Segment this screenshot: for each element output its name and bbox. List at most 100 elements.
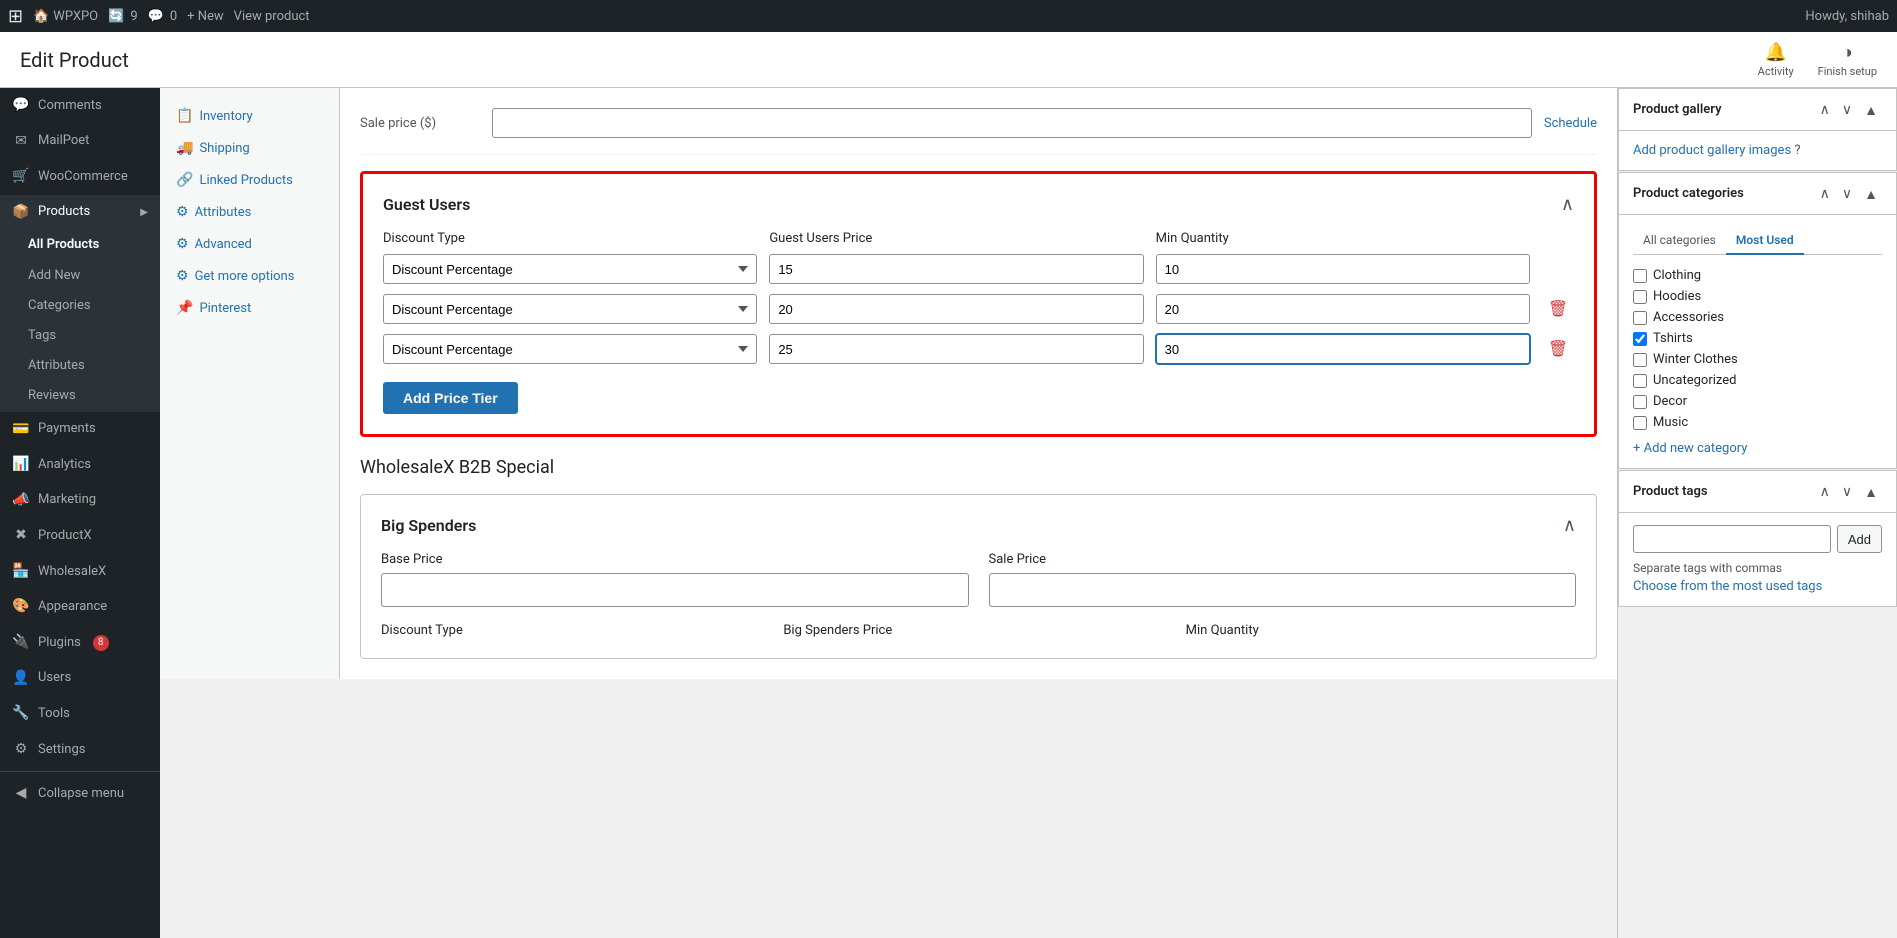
product-gallery-collapse-button[interactable]: ∨ <box>1838 99 1856 120</box>
add-price-tier-button[interactable]: Add Price Tier <box>383 382 518 414</box>
cat-checkbox-tshirts[interactable] <box>1633 332 1647 346</box>
tags-choose-link[interactable]: Choose from the most used tags <box>1633 579 1822 594</box>
update-count[interactable]: 🔄 9 <box>108 9 138 24</box>
sidebar-item-collapse[interactable]: ◀ Collapse menu <box>0 776 160 812</box>
sidebar-item-label: Plugins <box>38 634 81 652</box>
sidebar-item-attributes[interactable]: Attributes <box>0 351 160 381</box>
sidebar-item-users[interactable]: 👤 Users <box>0 661 160 697</box>
home-icon: 🏠 <box>33 9 49 24</box>
product-tags-collapse-button[interactable]: ∨ <box>1838 481 1856 502</box>
sidebar-item-analytics[interactable]: 📊 Analytics <box>0 447 160 483</box>
product-categories-close-button[interactable]: ▲ <box>1860 184 1882 204</box>
tab-sidebar-item-pinterest[interactable]: 📌 Pinterest <box>160 292 339 324</box>
sidebar-item-products[interactable]: 📦 Products ▶ <box>0 195 160 231</box>
sidebar-item-appearance[interactable]: 🎨 Appearance <box>0 589 160 625</box>
sidebar-item-marketing[interactable]: 📣 Marketing <box>0 483 160 519</box>
guest-price-input-2[interactable] <box>769 294 1143 324</box>
finish-setup-label: Finish setup <box>1818 65 1877 78</box>
delete-tier-button-2[interactable]: 🗑 <box>1542 295 1574 323</box>
product-gallery-close-button[interactable]: ▲ <box>1860 100 1882 120</box>
sidebar-item-comments[interactable]: 💬 Comments <box>0 88 160 124</box>
view-product-link[interactable]: View product <box>234 9 310 24</box>
big-spenders-price-label: Big Spenders Price <box>783 623 1173 638</box>
sale-price-input[interactable] <box>492 108 1532 138</box>
tab-sidebar-item-advanced[interactable]: ⚙ Advanced <box>160 228 339 260</box>
guest-users-toggle-button[interactable]: ∧ <box>1561 194 1574 215</box>
sidebar-item-label: Tools <box>38 705 70 723</box>
comment-count[interactable]: 💬 0 <box>148 9 178 24</box>
add-new-category-link[interactable]: + Add new category <box>1633 441 1882 456</box>
product-tags-expand-button[interactable]: ∧ <box>1816 481 1834 502</box>
discount-type-select-2[interactable]: Discount Percentage Fixed Price Special … <box>383 294 757 324</box>
sidebar-item-payments[interactable]: 💳 Payments <box>0 412 160 448</box>
howdy-text: Howdy, shihab <box>1805 9 1889 24</box>
submenu-label: Add New <box>28 267 80 285</box>
products-submenu: All Products Add New Categories Tags Att… <box>0 230 160 411</box>
tags-input[interactable] <box>1633 525 1831 553</box>
sidebar-item-reviews[interactable]: Reviews <box>0 381 160 411</box>
gallery-help-icon[interactable]: ? <box>1794 143 1800 158</box>
min-qty-input-1[interactable] <box>1156 254 1530 284</box>
guest-price-input-1[interactable] <box>769 254 1143 284</box>
main-content: 📋 Inventory 🚚 Shipping 🔗 Linked Products <box>160 88 1617 938</box>
sidebar-item-tools[interactable]: 🔧 Tools <box>0 696 160 732</box>
sidebar-item-productx[interactable]: ✖ ProductX <box>0 518 160 554</box>
sidebar-item-wholesalex[interactable]: 🏪 WholesaleX <box>0 554 160 590</box>
sale-price-field-input[interactable] <box>989 573 1577 607</box>
schedule-link[interactable]: Schedule <box>1544 116 1597 131</box>
tab-sidebar-item-linked-products[interactable]: 🔗 Linked Products <box>160 164 339 196</box>
sidebar-item-add-new[interactable]: Add New <box>0 261 160 291</box>
wholesalex-section: WholesaleX B2B Special Big Spenders ∧ Ba… <box>360 457 1597 659</box>
min-qty-input-2[interactable] <box>1156 294 1530 324</box>
guest-price-input-3[interactable] <box>769 334 1143 364</box>
appearance-icon: 🎨 <box>12 597 30 617</box>
sidebar-item-settings[interactable]: ⚙ Settings <box>0 732 160 768</box>
cat-checkbox-winter-clothes[interactable] <box>1633 353 1647 367</box>
sidebar-item-label: Marketing <box>38 491 96 509</box>
sidebar-item-label: WooCommerce <box>38 168 128 186</box>
tab-sidebar-item-shipping[interactable]: 🚚 Shipping <box>160 132 339 164</box>
product-categories-expand-button[interactable]: ∧ <box>1816 183 1834 204</box>
big-spenders-toggle-button[interactable]: ∧ <box>1563 515 1576 536</box>
tab-sidebar-item-get-more-options[interactable]: ⚙ Get more options <box>160 260 339 292</box>
finish-setup-button[interactable]: ◑ Finish setup <box>1818 42 1877 78</box>
tags-add-button[interactable]: Add <box>1837 525 1882 553</box>
header-actions: 🔔 Activity ◑ Finish setup <box>1758 42 1877 78</box>
price-tier-row-3: Discount Percentage Fixed Price Special … <box>383 334 1574 364</box>
discount-type-select-3[interactable]: Discount Percentage Fixed Price Special … <box>383 334 757 364</box>
delete-tier-button-3[interactable]: 🗑 <box>1542 335 1574 363</box>
product-tags-close-button[interactable]: ▲ <box>1860 482 1882 502</box>
product-categories-collapse-button[interactable]: ∨ <box>1838 183 1856 204</box>
sidebar-item-categories[interactable]: Categories <box>0 291 160 321</box>
product-gallery-expand-button[interactable]: ∧ <box>1816 99 1834 120</box>
cat-checkbox-decor[interactable] <box>1633 395 1647 409</box>
activity-button[interactable]: 🔔 Activity <box>1758 42 1794 78</box>
cat-item-winter-clothes: Winter Clothes <box>1633 349 1882 370</box>
new-button[interactable]: + New <box>187 9 224 24</box>
site-name[interactable]: 🏠 WPXPO <box>33 9 98 24</box>
cat-checkbox-uncategorized[interactable] <box>1633 374 1647 388</box>
sidebar-item-all-products[interactable]: All Products <box>0 230 160 260</box>
cat-checkbox-hoodies[interactable] <box>1633 290 1647 304</box>
sidebar-item-plugins[interactable]: 🔌 Plugins 8 <box>0 625 160 661</box>
cat-checkbox-music[interactable] <box>1633 416 1647 430</box>
tab-sidebar-item-attributes[interactable]: ⚙ Attributes <box>160 196 339 228</box>
tab-sidebar-item-inventory[interactable]: 📋 Inventory <box>160 100 339 132</box>
product-gallery-panel-body: Add product gallery images ? <box>1619 131 1896 170</box>
wp-logo-icon[interactable]: ⊞ <box>8 6 23 27</box>
cat-checkbox-accessories[interactable] <box>1633 311 1647 325</box>
cat-checkbox-clothing[interactable] <box>1633 269 1647 283</box>
add-gallery-images-link[interactable]: Add product gallery images <box>1633 143 1791 158</box>
big-spenders-price-field: Big Spenders Price <box>783 623 1173 638</box>
sidebar-item-tags[interactable]: Tags <box>0 321 160 351</box>
min-qty-input-3[interactable] <box>1156 334 1530 364</box>
discount-type-select-1[interactable]: Discount Percentage Fixed Price Special … <box>383 254 757 284</box>
cat-tab-all[interactable]: All categories <box>1633 227 1726 255</box>
cat-tab-most-used[interactable]: Most Used <box>1726 227 1804 255</box>
base-price-input[interactable] <box>381 573 969 607</box>
sidebar-item-mailpoet[interactable]: ✉ MailPoet <box>0 124 160 160</box>
productx-icon: ✖ <box>12 526 30 546</box>
sale-price-field-label: Sale Price <box>989 552 1577 567</box>
sidebar-item-label: MailPoet <box>38 132 89 150</box>
sidebar-item-woocommerce[interactable]: 🛒 WooCommerce <box>0 159 160 195</box>
